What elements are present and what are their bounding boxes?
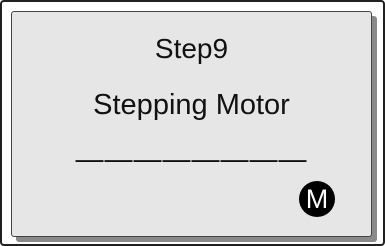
value-placeholder: ———————— (75, 143, 308, 174)
item-name: Stepping Motor (93, 89, 290, 121)
mode-badge: M (299, 181, 335, 217)
step-label: Step9 (154, 33, 229, 64)
